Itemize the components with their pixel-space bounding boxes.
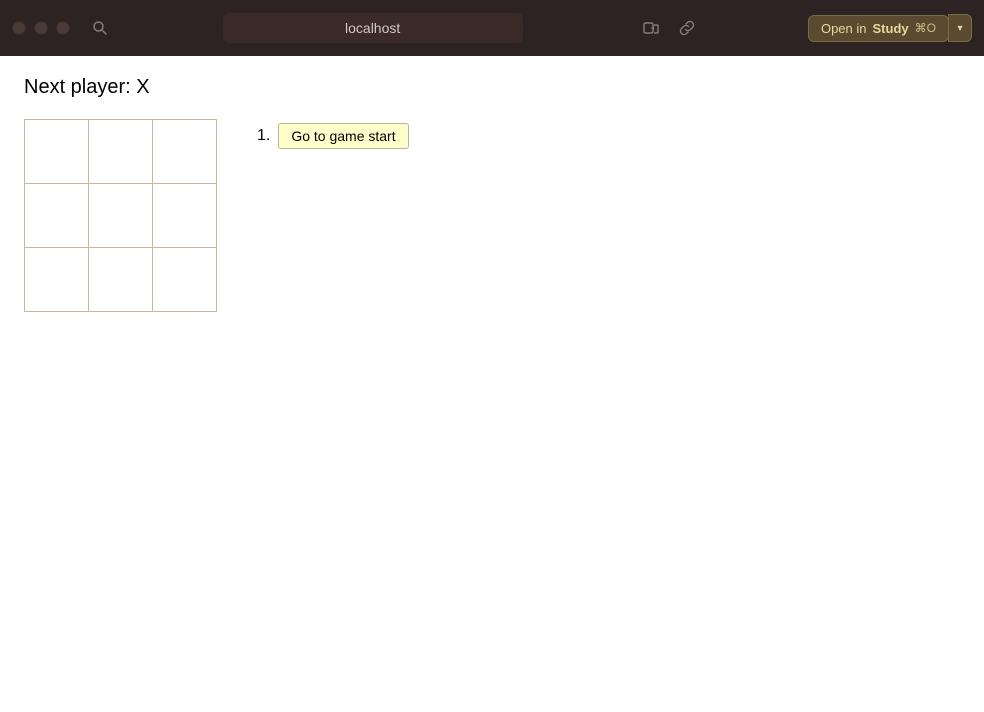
main-content: Next player: X 1. Go to game start [0,56,984,712]
address-bar[interactable]: localhost [223,13,523,43]
minimize-button[interactable] [34,21,48,35]
cell-5[interactable] [153,184,217,248]
next-player-label: Next player: X [24,76,960,99]
cell-8[interactable] [153,248,217,312]
open-in-study-button[interactable]: Open in Study ⌘O [808,15,949,42]
list-item: 1. Go to game start [257,123,409,149]
cell-2[interactable] [153,120,217,184]
cell-1[interactable] [89,120,153,184]
search-icon[interactable] [86,14,114,42]
go-to-game-start-button[interactable]: Go to game start [278,123,408,149]
cell-6[interactable] [25,248,89,312]
chevron-down-icon: ▾ [957,23,962,34]
open-in-study-bold: Study [873,21,909,36]
cell-7[interactable] [89,248,153,312]
traffic-lights [12,21,70,35]
game-layout: 1. Go to game start [24,119,960,312]
close-button[interactable] [12,21,26,35]
cell-0[interactable] [25,120,89,184]
cell-3[interactable] [25,184,89,248]
nav-icons [639,16,699,40]
open-in-study-shortcut: ⌘O [915,21,936,35]
history-panel: 1. Go to game start [257,119,409,157]
tab-switch-icon[interactable] [639,16,663,40]
cell-4[interactable] [89,184,153,248]
maximize-button[interactable] [56,21,70,35]
url-text: localhost [345,20,400,36]
titlebar: localhost Open in Study ⌘O ▾ [0,0,984,56]
history-item-number: 1. [257,127,270,145]
game-board [24,119,217,312]
link-icon[interactable] [675,16,699,40]
open-in-study-dropdown[interactable]: ▾ [948,14,972,42]
open-in-study-prefix: Open in [821,21,867,36]
